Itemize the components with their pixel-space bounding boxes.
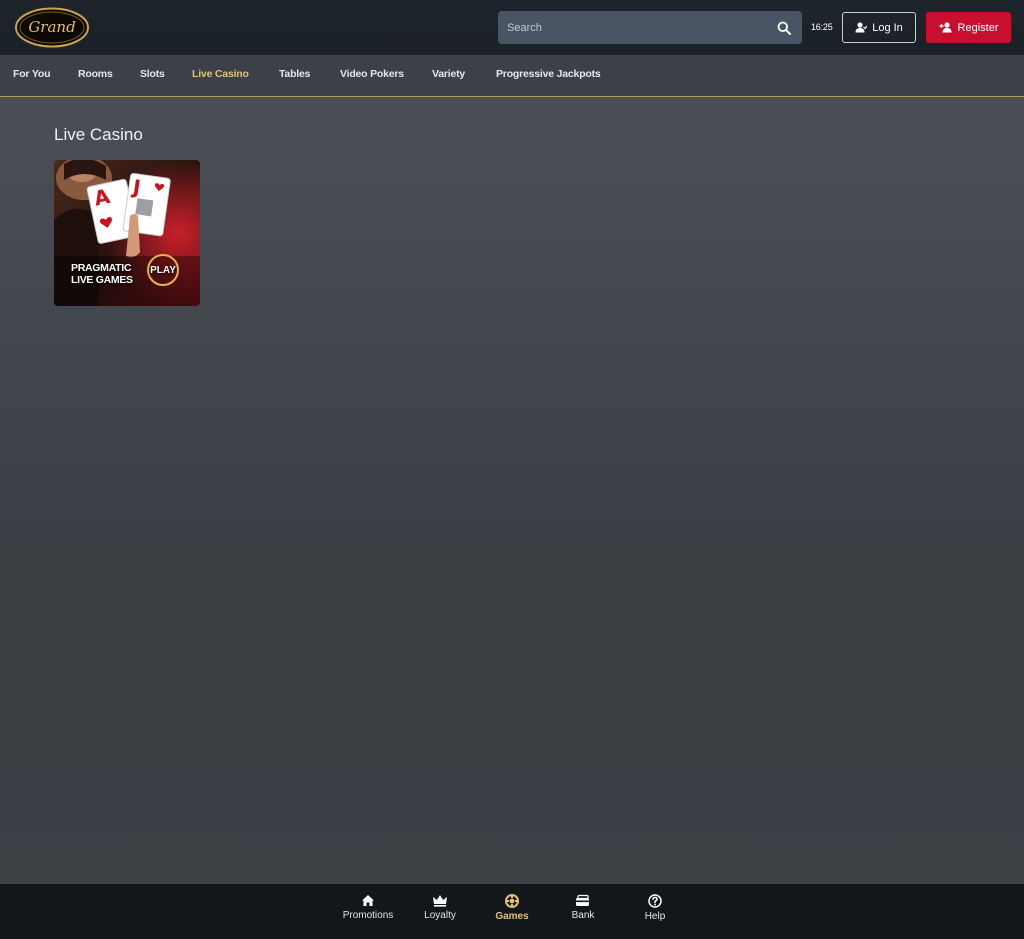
game-title-line1: PRAGMATIC	[71, 262, 132, 274]
register-button[interactable]: Register	[926, 12, 1011, 43]
main-content: Live Casino A J PRAGMATIC LIVE GAMES PLA…	[0, 97, 1024, 884]
login-label: Log In	[872, 21, 903, 34]
bottom-nav-games[interactable]: Games	[477, 894, 547, 922]
search-bar[interactable]	[498, 11, 802, 44]
tab-tables[interactable]: Tables	[279, 68, 310, 80]
tab-rooms[interactable]: Rooms	[78, 68, 113, 80]
provider-badge: PLAY	[147, 254, 179, 286]
bank-icon	[576, 894, 589, 906]
game-tile-pragmatic-live[interactable]: A J PRAGMATIC LIVE GAMES PLAY	[54, 160, 200, 306]
bottom-nav-promotions[interactable]: Promotions	[333, 894, 403, 921]
bottom-nav-help[interactable]: Help	[620, 894, 690, 922]
add-user-icon	[939, 22, 952, 33]
top-header: Grand 16:25 Log In Register	[0, 0, 1024, 55]
tab-for-you[interactable]: For You	[13, 68, 50, 80]
bottom-nav-loyalty[interactable]: Loyalty	[405, 894, 475, 921]
register-label: Register	[957, 21, 999, 34]
search-button[interactable]	[766, 11, 802, 44]
game-title-line2: LIVE GAMES	[71, 274, 133, 286]
search-icon	[777, 21, 791, 35]
bottom-nav-label: Games	[495, 911, 529, 922]
games-icon	[505, 894, 519, 908]
bottom-nav-label: Help	[644, 911, 666, 922]
bottom-nav-label: Bank	[571, 910, 595, 921]
game-title: PRAGMATIC LIVE GAMES	[71, 262, 133, 286]
crown-icon	[433, 895, 447, 907]
logo-text: Grand	[28, 18, 75, 36]
category-nav: For You Rooms Slots Live Casino Tables V…	[0, 55, 1024, 97]
casino-logo[interactable]: Grand	[14, 7, 90, 48]
bottom-nav: Promotions Loyalty Games Bank Help	[0, 884, 1024, 939]
search-input[interactable]	[498, 11, 766, 44]
home-icon	[362, 895, 374, 906]
bottom-nav-label: Loyalty	[424, 910, 456, 921]
section-title: Live Casino	[54, 125, 143, 144]
help-icon	[648, 894, 662, 908]
bottom-nav-label: Promotions	[342, 910, 394, 921]
bottom-nav-bank[interactable]: Bank	[548, 894, 618, 921]
tab-video-pokers[interactable]: Video Pokers	[340, 68, 404, 80]
user-icon	[855, 22, 868, 33]
tab-live-casino[interactable]: Live Casino	[192, 68, 249, 80]
tab-variety[interactable]: Variety	[432, 68, 465, 80]
tab-progressive-jackpots[interactable]: Progressive Jackpots	[496, 68, 601, 80]
login-button[interactable]: Log In	[842, 12, 916, 43]
clock: 16:25	[811, 22, 833, 32]
tab-slots[interactable]: Slots	[140, 68, 165, 80]
